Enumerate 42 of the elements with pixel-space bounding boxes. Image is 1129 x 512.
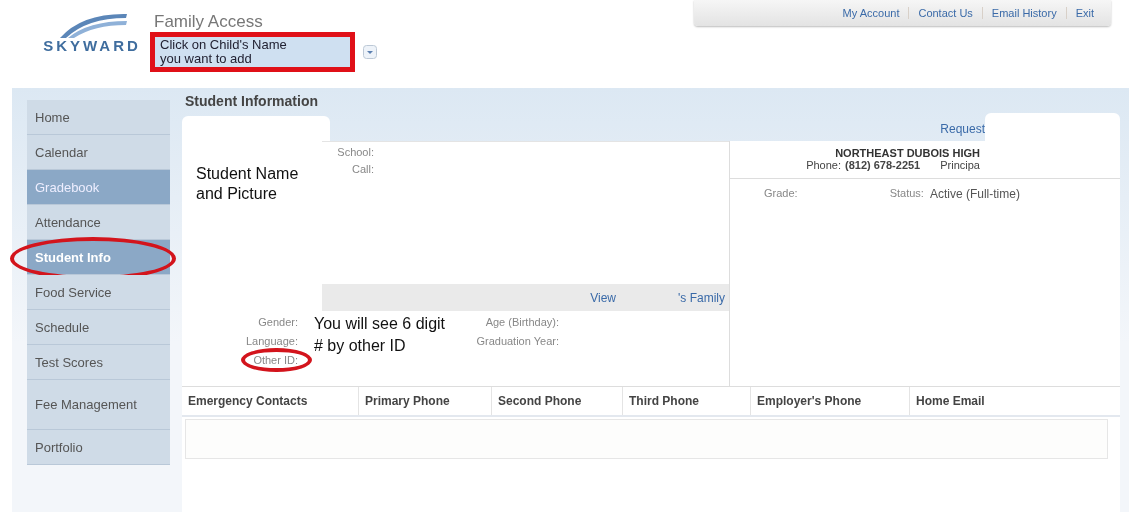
field-label: Age (Birthday):	[485, 316, 559, 328]
column-header: Second Phone	[492, 387, 623, 415]
sidebar-item[interactable]: Attendance	[27, 205, 170, 240]
nav-link[interactable]: Exit	[1065, 7, 1103, 19]
field-label: Call:	[352, 163, 374, 175]
nav-link[interactable]: Contact Us	[908, 7, 982, 19]
logo-text: SKYWARD	[43, 38, 141, 54]
sidebar-item[interactable]: Schedule	[27, 310, 170, 345]
page-title: Student Information	[185, 93, 319, 109]
annotation-text: Student Name and Picture	[196, 164, 300, 204]
family-link[interactable]: 's Family	[678, 290, 725, 305]
field-label: Gender:	[258, 316, 298, 328]
sidebar-item[interactable]: Food Service	[27, 275, 170, 310]
field-label: Other ID:	[253, 354, 298, 366]
status-label: Status:	[889, 187, 924, 201]
annotation-text: You will see 6 digit # by other ID	[314, 314, 447, 356]
principal-label: Principa	[940, 159, 980, 171]
sidebar-item[interactable]: Test Scores	[27, 345, 170, 380]
phone-number: (812) 678-2251	[845, 159, 921, 171]
nav-link[interactable]: My Account	[833, 7, 909, 19]
field-label: School:	[337, 146, 374, 158]
column-header: Employer's Phone	[751, 387, 910, 415]
status-value: Active (Full-time)	[929, 187, 1020, 201]
sidebar-item[interactable]: Fee Management	[27, 380, 170, 430]
column-header: Third Phone	[623, 387, 751, 415]
grade-label: Grade:	[764, 187, 798, 201]
nav-link[interactable]: Email History	[981, 7, 1066, 19]
sidebar-item[interactable]: Home	[27, 100, 170, 135]
column-header: Primary Phone	[359, 387, 492, 415]
field-label: Graduation Year:	[476, 335, 559, 347]
dropdown-icon[interactable]	[363, 45, 377, 59]
column-header: Home Email	[915, 393, 986, 410]
column-header: Emergency Contacts	[182, 387, 359, 415]
request-link[interactable]: Request	[940, 122, 985, 136]
sidebar-item[interactable]: Portfolio	[27, 430, 170, 465]
child-selector[interactable]: Click on Child's Name you want to add	[150, 32, 355, 72]
sidebar-item[interactable]: Calendar	[27, 135, 170, 170]
field-label: Language:	[246, 335, 298, 347]
phone-label: Phone:	[806, 159, 841, 171]
app-title: Family Access	[154, 12, 264, 32]
view-link[interactable]: View	[590, 290, 617, 305]
school-name: NORTHEAST DUBOIS HIGH	[835, 147, 980, 159]
